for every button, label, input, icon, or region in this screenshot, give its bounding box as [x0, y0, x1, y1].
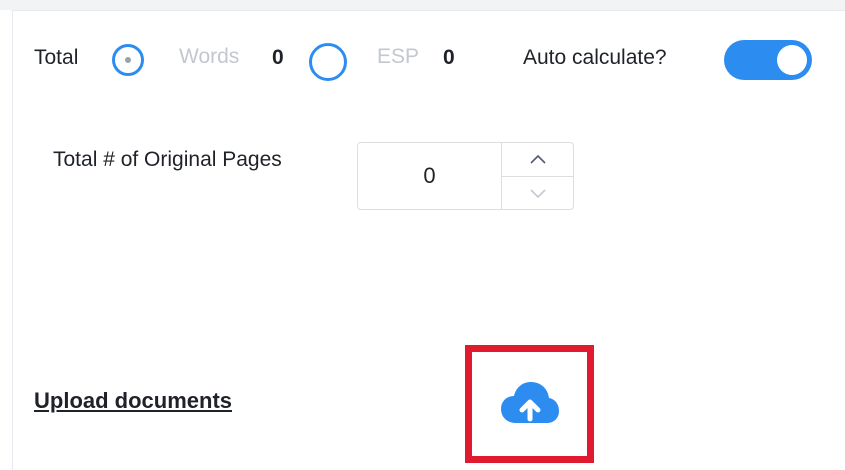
auto-calculate-label: Auto calculate?	[523, 46, 667, 69]
upload-documents-label: Upload documents	[34, 388, 233, 413]
total-radio[interactable]	[112, 44, 144, 76]
original-pages-stepper: 0	[357, 142, 574, 210]
esp-value: 0	[443, 46, 455, 69]
radio-selected-dot	[125, 57, 131, 63]
chevron-up-icon	[529, 154, 546, 164]
toggle-knob	[777, 45, 807, 75]
stepper-controls	[501, 143, 573, 209]
original-pages-input[interactable]: 0	[358, 143, 501, 209]
auto-calculate-toggle[interactable]	[724, 40, 812, 80]
original-pages-label: Total # of Original Pages	[53, 148, 282, 171]
words-label: Words	[179, 45, 240, 68]
stepper-increment-button[interactable]	[502, 143, 573, 177]
chevron-down-icon	[529, 188, 546, 198]
esp-radio[interactable]	[309, 43, 347, 81]
top-border	[0, 0, 845, 10]
words-value: 0	[272, 46, 284, 69]
total-label: Total	[34, 46, 79, 69]
esp-label: ESP	[377, 45, 420, 68]
cloud-upload-icon[interactable]	[500, 381, 560, 425]
stepper-decrement-button[interactable]	[502, 176, 573, 209]
